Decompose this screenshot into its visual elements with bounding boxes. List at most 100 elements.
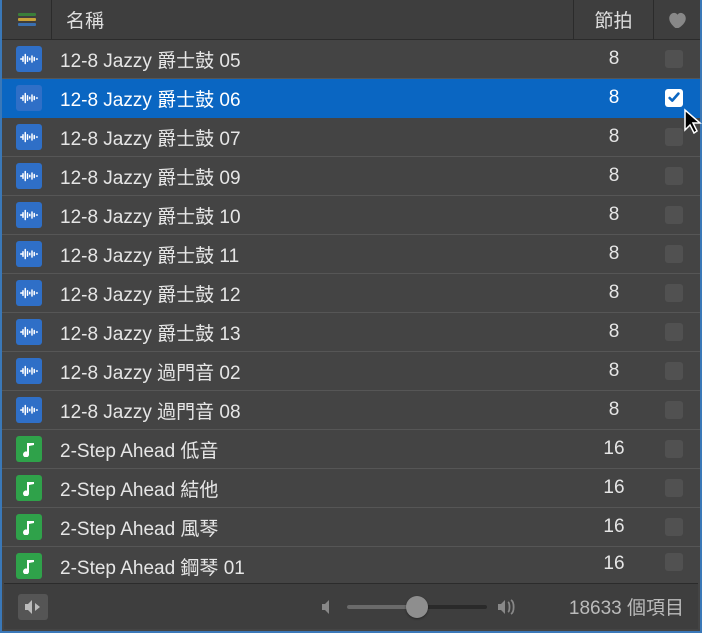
favorite-cell[interactable] [654,518,694,536]
favorite-checkbox[interactable] [665,479,683,497]
view-list-icon [18,13,36,27]
favorite-checkbox[interactable] [665,206,683,224]
table-row[interactable]: 12-8 Jazzy 過門音 088 [2,391,700,430]
favorite-cell[interactable] [654,323,694,341]
loop-name: 12-8 Jazzy 爵士鼓 06 [60,85,574,112]
loop-name: 2-Step Ahead 風琴 [60,514,574,541]
favorite-checkbox[interactable] [665,440,683,458]
favorite-cell[interactable] [654,362,694,380]
loop-name: 12-8 Jazzy 爵士鼓 12 [60,280,574,307]
favorite-checkbox[interactable] [665,323,683,341]
table-row[interactable]: 2-Step Ahead 結他16 [2,469,700,508]
favorite-cell[interactable] [654,89,694,107]
preview-play-button[interactable] [18,594,48,620]
audio-loop-icon [16,319,42,345]
loop-beats: 8 [574,360,654,382]
favorite-cell[interactable] [654,553,694,571]
table-row[interactable]: 12-8 Jazzy 爵士鼓 058 [2,40,700,79]
table-row[interactable]: 12-8 Jazzy 爵士鼓 138 [2,313,700,352]
volume-control [321,599,519,615]
favorite-checkbox[interactable] [665,284,683,302]
column-name[interactable]: 名稱 [52,0,574,39]
midi-loop-icon [16,553,42,579]
table-row[interactable]: 2-Step Ahead 低音16 [2,430,700,469]
favorite-checkbox[interactable] [665,167,683,185]
loop-beats: 16 [574,553,654,575]
item-count-label: 18633 個項目 [569,593,684,620]
audio-loop-icon [16,358,42,384]
loop-name: 12-8 Jazzy 爵士鼓 10 [60,202,574,229]
loop-list[interactable]: 12-8 Jazzy 爵士鼓 05812-8 Jazzy 爵士鼓 06812-8… [2,40,700,583]
favorite-checkbox[interactable] [665,128,683,146]
column-beats[interactable]: 節拍 [574,0,654,39]
loop-name: 12-8 Jazzy 爵士鼓 07 [60,124,574,151]
favorite-cell[interactable] [654,128,694,146]
column-favorite[interactable] [654,0,700,39]
volume-thumb[interactable] [406,596,428,618]
loop-beats: 16 [574,438,654,460]
speaker-play-icon [24,600,42,614]
favorite-checkbox[interactable] [665,89,683,107]
loop-name: 12-8 Jazzy 過門音 02 [60,358,574,385]
audio-loop-icon [16,280,42,306]
table-row[interactable]: 12-8 Jazzy 爵士鼓 118 [2,235,700,274]
loop-beats: 16 [574,516,654,538]
table-row[interactable]: 12-8 Jazzy 爵士鼓 068 [2,79,700,118]
midi-loop-icon [16,475,42,501]
midi-loop-icon [16,514,42,540]
loop-name: 12-8 Jazzy 過門音 08 [60,397,574,424]
audio-loop-icon [16,397,42,423]
loop-name: 2-Step Ahead 鋼琴 01 [60,553,574,580]
favorite-cell[interactable] [654,245,694,263]
loop-beats: 8 [574,204,654,226]
table-row[interactable]: 12-8 Jazzy 爵士鼓 108 [2,196,700,235]
audio-loop-icon [16,163,42,189]
audio-loop-icon [16,202,42,228]
loop-name: 12-8 Jazzy 爵士鼓 05 [60,46,574,73]
loop-beats: 8 [574,282,654,304]
loop-beats: 8 [574,165,654,187]
table-row[interactable]: 12-8 Jazzy 過門音 028 [2,352,700,391]
loop-name: 12-8 Jazzy 爵士鼓 13 [60,319,574,346]
favorite-checkbox[interactable] [665,362,683,380]
favorite-checkbox[interactable] [665,518,683,536]
loop-beats: 8 [574,399,654,421]
favorite-checkbox[interactable] [665,50,683,68]
favorite-cell[interactable] [654,401,694,419]
audio-loop-icon [16,46,42,72]
loop-beats: 8 [574,126,654,148]
favorite-cell[interactable] [654,167,694,185]
heart-icon [668,12,686,28]
audio-loop-icon [16,124,42,150]
favorite-checkbox[interactable] [665,245,683,263]
table-row[interactable]: 2-Step Ahead 鋼琴 0116 [2,547,700,579]
favorite-checkbox[interactable] [665,553,683,571]
table-row[interactable]: 12-8 Jazzy 爵士鼓 078 [2,118,700,157]
view-mode-button[interactable] [2,0,52,39]
table-row[interactable]: 12-8 Jazzy 爵士鼓 098 [2,157,700,196]
loop-name: 12-8 Jazzy 爵士鼓 09 [60,163,574,190]
favorite-cell[interactable] [654,479,694,497]
volume-low-icon [321,600,337,614]
loop-beats: 8 [574,243,654,265]
midi-loop-icon [16,436,42,462]
volume-high-icon [497,599,519,615]
column-header: 名稱 節拍 [2,0,700,40]
favorite-cell[interactable] [654,50,694,68]
favorite-cell[interactable] [654,440,694,458]
loop-beats: 16 [574,477,654,499]
loop-beats: 8 [574,48,654,70]
footer-bar: 18633 個項目 [4,583,698,629]
loop-name: 2-Step Ahead 結他 [60,475,574,502]
loop-name: 2-Step Ahead 低音 [60,436,574,463]
favorite-cell[interactable] [654,284,694,302]
loop-beats: 8 [574,321,654,343]
table-row[interactable]: 12-8 Jazzy 爵士鼓 128 [2,274,700,313]
loop-name: 12-8 Jazzy 爵士鼓 11 [60,241,574,268]
favorite-cell[interactable] [654,206,694,224]
volume-slider[interactable] [347,605,487,609]
table-row[interactable]: 2-Step Ahead 風琴16 [2,508,700,547]
favorite-checkbox[interactable] [665,401,683,419]
audio-loop-icon [16,85,42,111]
loop-beats: 8 [574,87,654,109]
